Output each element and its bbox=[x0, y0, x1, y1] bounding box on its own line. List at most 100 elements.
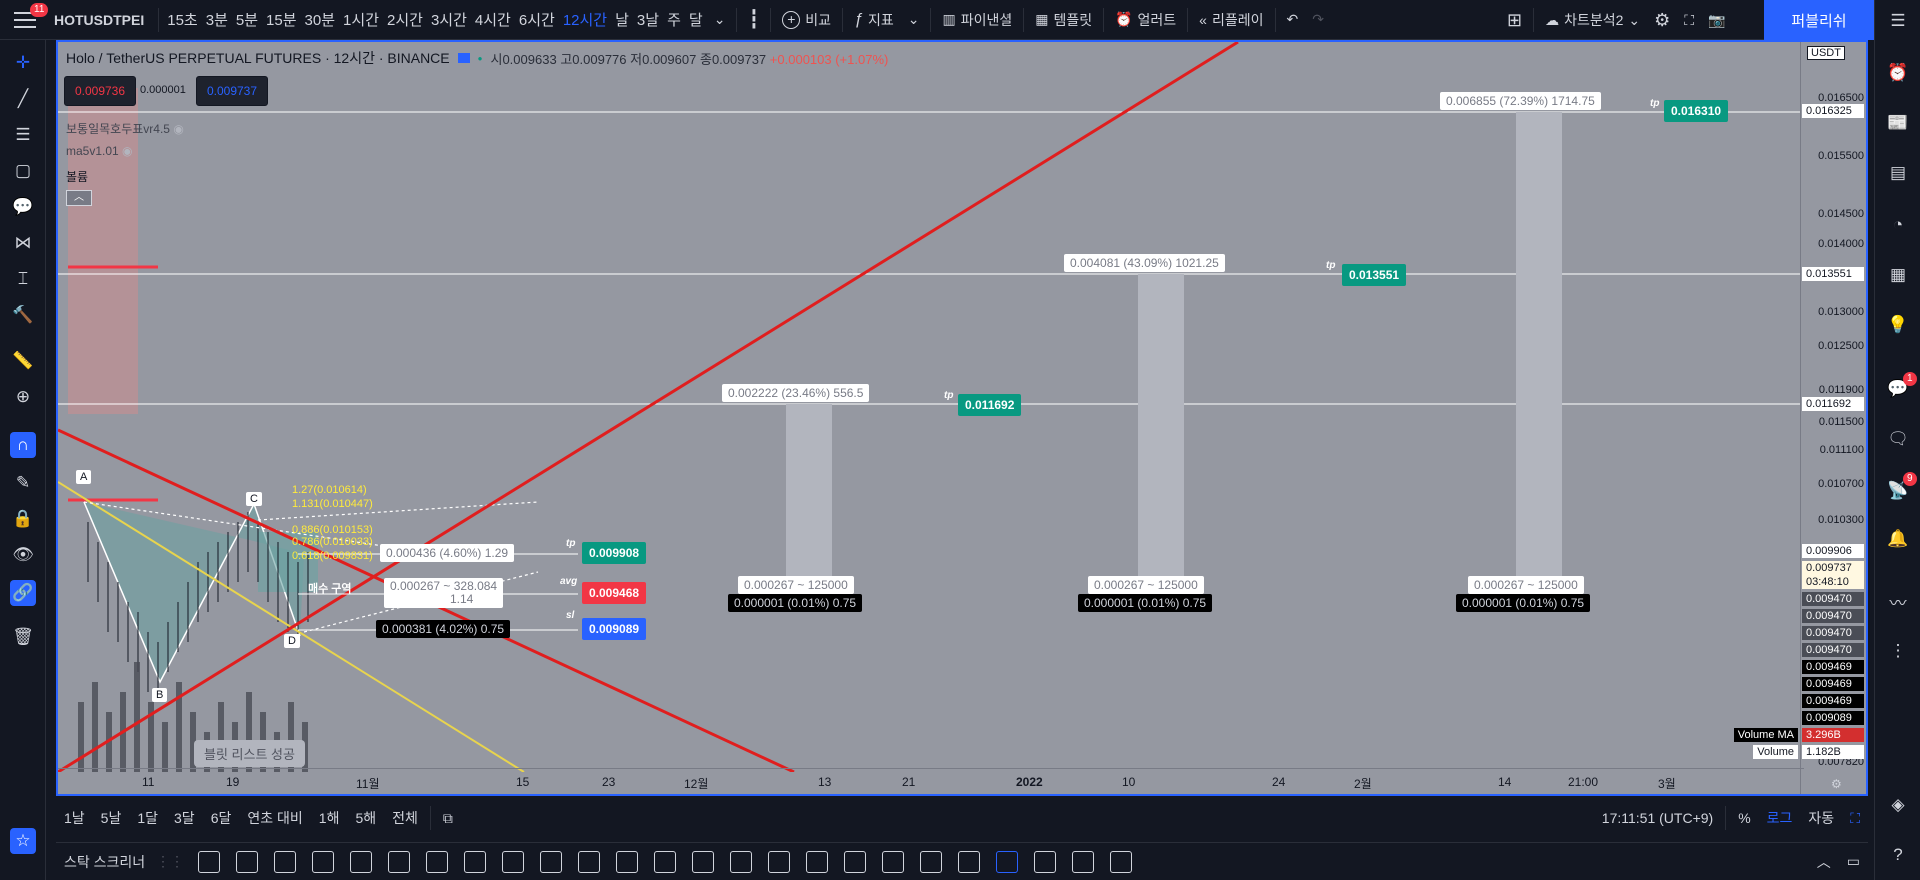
fullscreen-button[interactable]: ⛶ bbox=[1677, 0, 1701, 40]
range-all[interactable]: 전체 bbox=[384, 808, 426, 828]
range-1y[interactable]: 1해 bbox=[311, 808, 348, 828]
maximize-panel-icon[interactable]: ▭ bbox=[1839, 853, 1868, 870]
calendar-icon[interactable]: ▦ bbox=[1887, 264, 1909, 286]
zoom-in-icon[interactable]: ⊕ bbox=[12, 386, 34, 408]
replay-button[interactable]: «리플레이 bbox=[1192, 0, 1270, 40]
range-ytd[interactable]: 연초 대비 bbox=[239, 808, 310, 828]
tool-arc-icon[interactable] bbox=[806, 850, 828, 873]
indicators-dropdown[interactable]: ⌄ bbox=[901, 0, 927, 40]
flag-icon[interactable] bbox=[457, 53, 470, 63]
fib-icon[interactable]: ☰ bbox=[12, 124, 34, 146]
tool-channel-icon[interactable] bbox=[540, 850, 562, 873]
tool-projection-icon[interactable] bbox=[920, 850, 942, 873]
range-6m[interactable]: 6달 bbox=[203, 808, 240, 828]
interval-30m[interactable]: 30분 bbox=[301, 9, 340, 30]
maximize-icon[interactable]: ⛶ bbox=[1842, 810, 1868, 827]
eye-icon[interactable]: 👁 bbox=[12, 544, 34, 566]
layers-icon[interactable]: ◈ bbox=[1887, 794, 1909, 816]
magnet-icon[interactable]: ∩ bbox=[10, 432, 36, 458]
tool-text-icon[interactable] bbox=[844, 850, 866, 873]
collapse-legend-button[interactable]: ︿ bbox=[66, 190, 92, 206]
indicators-button[interactable]: ƒ 지표 bbox=[847, 0, 901, 40]
ruler-icon[interactable]: 📏 bbox=[12, 350, 34, 372]
tool-flag-icon[interactable] bbox=[1072, 850, 1094, 873]
interval-1M[interactable]: 달 bbox=[685, 9, 707, 30]
prediction-icon[interactable]: ⌶ bbox=[12, 268, 34, 290]
tool-network-icon[interactable] bbox=[1110, 850, 1132, 873]
interval-15s[interactable]: 15초 bbox=[163, 9, 202, 30]
interval-6h[interactable]: 6시간 bbox=[515, 9, 559, 30]
price-axis[interactable]: USDT 0.016500 0.015500 0.014500 0.014000… bbox=[1800, 42, 1866, 794]
tool-rect-icon[interactable] bbox=[616, 850, 638, 873]
dom-icon[interactable]: ⋮ bbox=[1887, 640, 1909, 662]
news-icon[interactable]: 📰 bbox=[1887, 112, 1909, 134]
chats-icon[interactable]: 🗨 bbox=[1887, 428, 1909, 450]
sell-button[interactable]: 0.009736 bbox=[64, 76, 136, 106]
layout-name-button[interactable]: ☁ 차트분석2 ⌄ bbox=[1538, 0, 1647, 40]
layout-grid-button[interactable]: ⊞ bbox=[1500, 0, 1529, 40]
star-icon[interactable]: ☆ bbox=[10, 828, 36, 854]
buy-button[interactable]: 0.009737 bbox=[196, 76, 268, 106]
time-axis[interactable]: 11 19 11월 15 23 12월 13 21 2022 10 24 2월 … bbox=[58, 768, 1804, 794]
tool-trendline-icon[interactable] bbox=[198, 850, 220, 873]
settings-button[interactable]: ⚙ bbox=[1647, 0, 1677, 40]
tool-pitchfork-icon[interactable] bbox=[654, 850, 676, 873]
tool-crosshair-icon[interactable] bbox=[996, 850, 1018, 873]
pattern-icon[interactable]: ⋈ bbox=[12, 232, 34, 254]
templates-button[interactable]: ▦ 템플릿 bbox=[1028, 0, 1099, 40]
main-menu-button[interactable]: 11 bbox=[0, 0, 49, 40]
axis-settings-icon[interactable]: ⚙ bbox=[1831, 777, 1842, 791]
tp1-tag[interactable]: 0.011692 bbox=[958, 394, 1022, 416]
alarm-clock-icon[interactable]: ⏰ bbox=[1887, 62, 1909, 84]
tab-stock-screener[interactable]: 스탁 스크리너 bbox=[56, 852, 156, 872]
currency-button[interactable]: USDT bbox=[1807, 46, 1845, 60]
tool-wave-icon[interactable] bbox=[388, 850, 410, 873]
symbol-title[interactable]: Holo / TetherUS PERPETUAL FUTURES · 12시간… bbox=[66, 48, 450, 68]
financials-button[interactable]: ▥ 파이낸셜 bbox=[935, 0, 1019, 40]
tool-ray-icon[interactable] bbox=[236, 850, 258, 873]
interval-3m[interactable]: 3분 bbox=[202, 9, 232, 30]
range-5y[interactable]: 5해 bbox=[347, 808, 384, 828]
interval-15m[interactable]: 15분 bbox=[262, 9, 301, 30]
annotation-icon[interactable]: 💬 bbox=[12, 196, 34, 218]
tp3-tag[interactable]: 0.016310 bbox=[1664, 100, 1729, 122]
tool-text-cursor-icon[interactable] bbox=[578, 850, 600, 873]
interval-3d[interactable]: 3날 bbox=[633, 9, 663, 30]
interval-1w[interactable]: 주 bbox=[663, 9, 685, 30]
publish-button[interactable]: 퍼블리쉬 bbox=[1764, 0, 1874, 40]
tp0-tag[interactable]: 0.009908 bbox=[582, 542, 647, 564]
lock-icon[interactable]: 🔒 bbox=[12, 508, 34, 530]
interval-4h[interactable]: 4시간 bbox=[471, 9, 515, 30]
tool-eraser-icon[interactable] bbox=[1034, 850, 1056, 873]
tp2-tag[interactable]: 0.013551 bbox=[1342, 264, 1407, 286]
range-1m[interactable]: 1달 bbox=[129, 808, 166, 828]
help-icon[interactable]: ? bbox=[1887, 844, 1909, 866]
log-toggle[interactable]: 로그 bbox=[1759, 808, 1801, 828]
link-icon[interactable]: 🔗 bbox=[10, 580, 36, 606]
tool-arrow-icon[interactable] bbox=[958, 850, 980, 873]
stay-drawing-icon[interactable]: ✎ bbox=[12, 472, 34, 494]
range-3m[interactable]: 3달 bbox=[166, 808, 203, 828]
avg-tag[interactable]: 0.009468 bbox=[582, 582, 647, 604]
hotlist-icon[interactable]: ◔ bbox=[1887, 214, 1909, 236]
sl-tag[interactable]: 0.009089 bbox=[582, 618, 647, 640]
tool-polyline-icon[interactable] bbox=[730, 850, 752, 873]
tool-line-icon[interactable] bbox=[350, 850, 372, 873]
interval-3h[interactable]: 3시간 bbox=[427, 9, 471, 30]
indicator-ma5[interactable]: ma5v1.01 ◉ bbox=[66, 144, 133, 158]
drag-handle-icon[interactable]: ⋮⋮ bbox=[156, 853, 184, 870]
alert-button[interactable]: ⏰ 얼러트 bbox=[1108, 0, 1183, 40]
tool-callout-icon[interactable] bbox=[312, 850, 334, 873]
interval-12h[interactable]: 12시간 bbox=[559, 9, 611, 30]
lightbulb-icon[interactable]: 💡 bbox=[1887, 314, 1909, 336]
symbol-search[interactable]: HOTUSDTPEI bbox=[46, 0, 154, 40]
compare-button[interactable]: + 비교 bbox=[775, 0, 838, 40]
watchlist-icon[interactable]: ☰ bbox=[1887, 10, 1909, 32]
tool-gann-icon[interactable] bbox=[692, 850, 714, 873]
trendline-icon[interactable]: ╱ bbox=[12, 88, 34, 110]
interval-1h[interactable]: 1시간 bbox=[339, 9, 383, 30]
snapshot-button[interactable]: 📷 bbox=[1701, 0, 1732, 40]
tool-hline-icon[interactable] bbox=[426, 850, 448, 873]
interval-5m[interactable]: 5분 bbox=[232, 9, 262, 30]
data-window-icon[interactable]: ▤ bbox=[1887, 162, 1909, 184]
